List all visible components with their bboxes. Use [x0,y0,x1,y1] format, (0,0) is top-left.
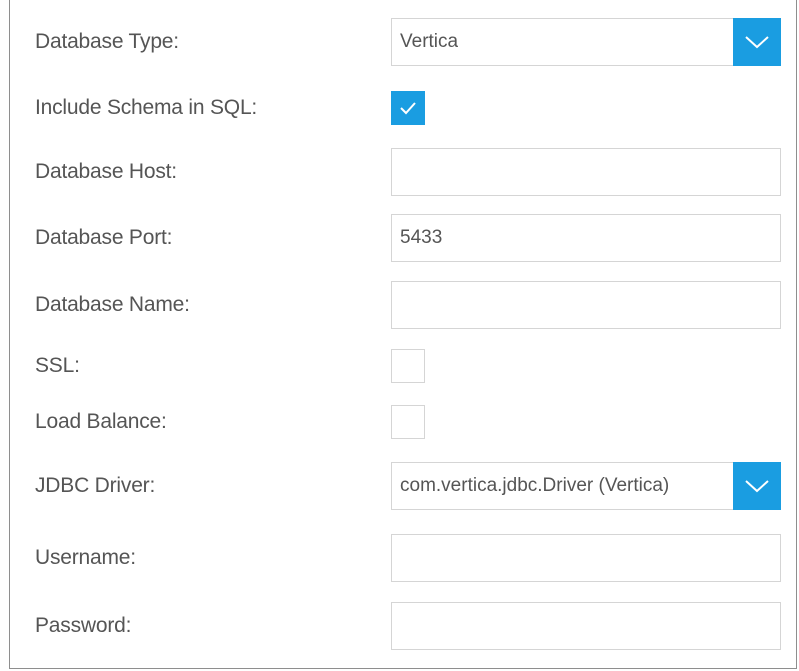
chevron-down-icon [745,36,769,49]
row-load-balance: Load Balance: [10,396,796,448]
database-type-label: Database Type: [35,30,179,53]
username-label: Username: [35,546,136,569]
database-type-value: Vertica [400,31,459,52]
username-input[interactable] [391,534,781,582]
jdbc-driver-select[interactable]: com.vertica.jdbc.Driver (Vertica) [391,462,781,510]
ssl-label: SSL: [35,354,80,377]
database-host-input[interactable] [391,148,781,196]
load-balance-checkbox[interactable] [391,405,425,439]
chevron-down-icon [745,480,769,493]
row-jdbc-driver: JDBC Driver: com.vertica.jdbc.Driver (Ve… [10,460,796,512]
include-schema-checkbox[interactable] [391,91,425,125]
jdbc-driver-dropdown-button[interactable] [733,462,781,510]
row-password: Password: [10,600,796,652]
row-database-type: Database Type: Vertica [10,16,796,68]
load-balance-label: Load Balance: [35,410,167,433]
database-port-value: 5433 [400,227,443,248]
connection-form: Database Type: Vertica Include Schema in… [9,0,797,669]
database-port-label: Database Port: [35,226,173,249]
database-name-label: Database Name: [35,293,190,316]
password-label: Password: [35,614,132,637]
checkmark-icon [400,102,416,115]
row-database-port: Database Port: 5433 [10,212,796,264]
row-ssl: SSL: [10,340,796,392]
database-type-select[interactable]: Vertica [391,18,781,66]
jdbc-driver-label: JDBC Driver: [35,474,156,497]
database-port-input[interactable]: 5433 [391,214,781,262]
database-type-dropdown-button[interactable] [733,18,781,66]
row-include-schema: Include Schema in SQL: [10,82,796,134]
password-input[interactable] [391,602,781,650]
database-name-input[interactable] [391,281,781,329]
row-database-host: Database Host: [10,146,796,198]
row-database-name: Database Name: [10,279,796,331]
include-schema-label: Include Schema in SQL: [35,96,258,119]
row-username: Username: [10,532,796,584]
database-host-label: Database Host: [35,160,177,183]
ssl-checkbox[interactable] [391,349,425,383]
jdbc-driver-value: com.vertica.jdbc.Driver (Vertica) [400,475,670,496]
